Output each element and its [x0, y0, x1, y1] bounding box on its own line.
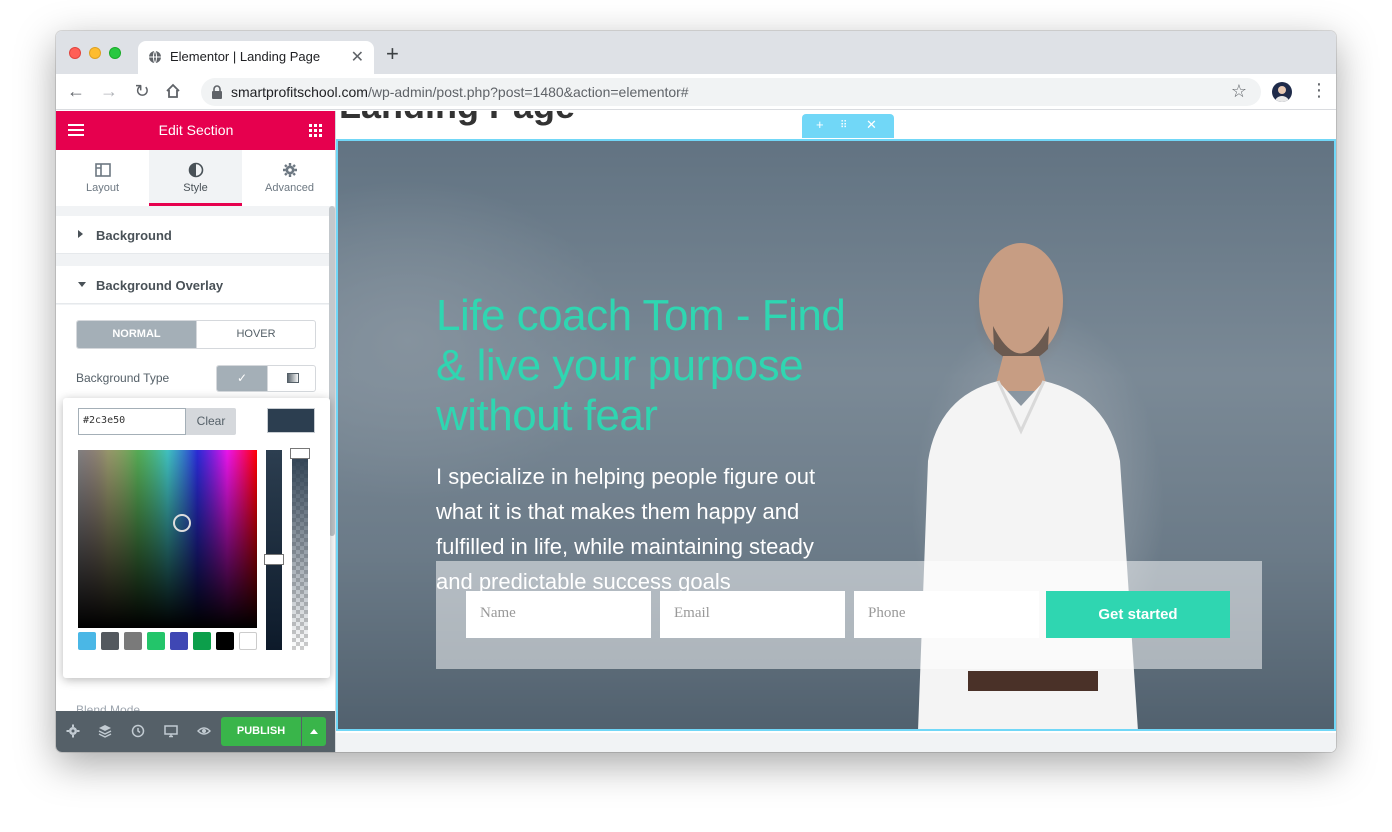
settings-icon[interactable]	[66, 724, 80, 738]
back-arrow-icon[interactable]: ←	[66, 81, 86, 101]
layout-icon	[94, 163, 111, 177]
panel-footer: PUBLISH	[56, 711, 335, 752]
chevron-up-icon	[310, 729, 318, 734]
saturation-handle[interactable]	[173, 514, 191, 532]
get-started-button[interactable]: Get started	[1046, 591, 1230, 638]
url-text: smartprofitschool.com/wp-admin/post.php?…	[231, 84, 689, 100]
url-host: smartprofitschool.com	[231, 84, 368, 100]
browser-window: Elementor | Landing Page ✕ + ← → ↻ smart…	[56, 31, 1336, 752]
url-path: /wp-admin/post.php?post=1480&action=elem…	[367, 84, 689, 100]
tab-title: Elementor | Landing Page	[170, 49, 321, 64]
browser-tab[interactable]: Elementor | Landing Page ✕	[138, 41, 374, 74]
color-picker: #2c3e50 Clear	[63, 398, 330, 678]
delete-section-icon[interactable]: ✕	[866, 117, 877, 133]
maximize-window-button[interactable]	[109, 47, 121, 59]
phone-input[interactable]: Phone	[854, 591, 1039, 638]
navigator-layers-icon[interactable]	[98, 724, 112, 738]
tab-style[interactable]: Style	[149, 150, 242, 206]
minimize-window-button[interactable]	[89, 47, 101, 59]
new-tab-button[interactable]: +	[386, 43, 399, 65]
browser-toolbar: ← → ↻ smartprofitschool.com/wp-admin/pos…	[56, 74, 1336, 110]
lightness-handle[interactable]	[264, 554, 284, 565]
panel-header: Edit Section	[56, 111, 335, 150]
state-switcher: NORMAL HOVER	[76, 320, 316, 349]
email-input[interactable]: Email	[660, 591, 845, 638]
globe-icon	[149, 50, 161, 64]
hero-title: Life coach Tom - Find & live your purpos…	[436, 291, 846, 440]
opacity-handle[interactable]	[290, 448, 310, 459]
preset-color-6[interactable]	[193, 632, 211, 650]
caret-right-icon	[78, 230, 83, 238]
page-heading: Landing Page	[339, 111, 575, 127]
drag-section-icon[interactable]: ⠿	[840, 120, 847, 131]
bookmark-star-icon[interactable]: ☆	[1231, 81, 1247, 102]
preset-color-3[interactable]	[124, 632, 142, 650]
publish-button[interactable]: PUBLISH	[221, 717, 301, 746]
close-tab-icon[interactable]: ✕	[351, 47, 364, 67]
lightness-slider[interactable]	[266, 450, 282, 650]
tab-layout[interactable]: Layout	[56, 150, 149, 206]
hex-color-input[interactable]: #2c3e50	[78, 408, 186, 435]
preset-color-2[interactable]	[101, 632, 119, 650]
browser-menu-icon[interactable]: ⋮	[1310, 80, 1328, 101]
current-color-swatch[interactable]	[267, 408, 315, 433]
publish-options-button[interactable]	[302, 717, 326, 746]
preset-color-4[interactable]	[147, 632, 165, 650]
preset-color-7[interactable]	[216, 632, 234, 650]
close-window-button[interactable]	[69, 47, 81, 59]
lock-icon	[212, 85, 222, 99]
reload-icon[interactable]: ↻	[132, 81, 152, 101]
section-background-overlay[interactable]: Background Overlay	[56, 266, 335, 304]
saturation-field[interactable]	[78, 450, 257, 628]
add-section-icon[interactable]: +	[816, 117, 824, 132]
section-background-label: Background	[96, 228, 172, 243]
panel-tabs: Layout Style Advanced	[56, 150, 335, 206]
next-section	[336, 733, 1336, 752]
preview-eye-icon[interactable]	[197, 724, 211, 738]
opacity-slider[interactable]	[292, 450, 308, 650]
background-type-label: Background Type	[76, 371, 170, 385]
background-type-choices: ✓	[216, 365, 316, 392]
caret-down-icon	[78, 282, 86, 287]
hero-section[interactable]: Life coach Tom - Find & live your purpos…	[336, 139, 1336, 731]
panel-title: Edit Section	[158, 122, 234, 138]
tab-layout-label: Layout	[85, 182, 120, 194]
section-handle: + ⠿ ✕	[802, 114, 894, 138]
signup-form: Name Email Phone Get started	[436, 561, 1262, 669]
tab-advanced-label: Advanced	[265, 182, 314, 194]
widgets-grid-icon[interactable]	[309, 124, 322, 137]
preset-color-8[interactable]	[239, 632, 257, 650]
tab-bar: Elementor | Landing Page ✕ +	[56, 31, 1336, 74]
history-icon[interactable]	[131, 724, 145, 738]
forward-arrow-icon[interactable]: →	[99, 81, 119, 101]
address-bar[interactable]: smartprofitschool.com/wp-admin/post.php?…	[201, 78, 1261, 106]
gradient-icon[interactable]	[267, 366, 315, 391]
tab-advanced[interactable]: Advanced	[243, 150, 335, 206]
profile-avatar[interactable]	[1272, 82, 1292, 102]
half-circle-icon	[188, 162, 203, 178]
preset-color-1[interactable]	[78, 632, 96, 650]
preset-color-5[interactable]	[170, 632, 188, 650]
section-background[interactable]: Background	[56, 216, 335, 254]
clear-color-button[interactable]: Clear	[186, 408, 236, 435]
elementor-panel: Edit Section Layout Style Advanced Backg…	[56, 111, 336, 752]
gear-icon	[282, 163, 297, 177]
section-background-overlay-label: Background Overlay	[96, 278, 224, 293]
page-preview: Landing Page + ⠿ ✕ Life coach Tom - Find…	[336, 111, 1336, 752]
tab-normal[interactable]: NORMAL	[77, 321, 196, 348]
home-icon[interactable]	[163, 81, 183, 101]
name-input[interactable]: Name	[466, 591, 651, 638]
color-presets	[78, 632, 258, 650]
classic-brush-icon[interactable]: ✓	[217, 366, 267, 391]
responsive-desktop-icon[interactable]	[164, 724, 178, 738]
tab-style-label: Style	[183, 182, 208, 194]
tab-hover[interactable]: HOVER	[196, 321, 315, 348]
